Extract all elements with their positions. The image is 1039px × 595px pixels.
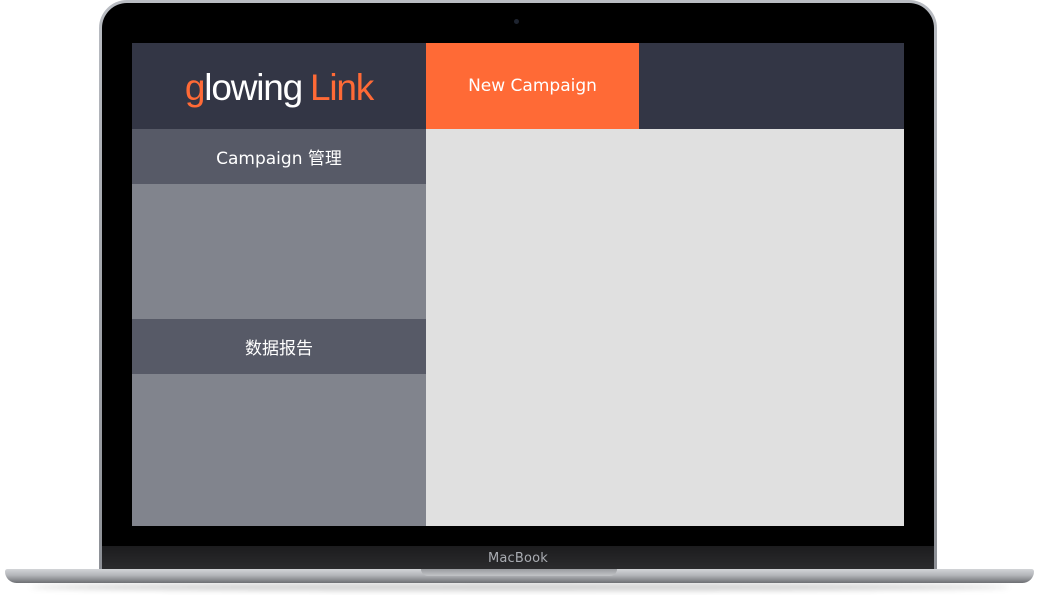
app-screen: glowing Link Campaign 管理 数据报告 New Campaig… (132, 43, 904, 526)
top-bar: New Campaign (426, 43, 904, 129)
sidebar-section-label: Campaign 管理 (216, 149, 342, 169)
logo-suffix: Link (310, 66, 374, 108)
sidebar: glowing Link Campaign 管理 数据报告 (132, 43, 426, 526)
app-logo[interactable]: glowing Link (184, 66, 374, 108)
logo-area: glowing Link (132, 43, 426, 129)
main-content (426, 129, 904, 526)
laptop-chin: MacBook (102, 546, 934, 570)
sidebar-section-campaign[interactable]: Campaign 管理 (132, 129, 426, 184)
logo-letter-g: g (184, 66, 206, 108)
sidebar-section-label: 数据报告 (245, 339, 313, 359)
laptop-shadow (30, 583, 1009, 591)
logo-word: lowing (204, 66, 303, 108)
device-brand-label: MacBook (487, 550, 549, 566)
laptop-notch (421, 569, 617, 576)
camera-dot (514, 19, 519, 24)
sidebar-section-data-report[interactable]: 数据报告 (132, 319, 426, 374)
tab-new-campaign[interactable]: New Campaign (426, 43, 639, 129)
tab-label: New Campaign (468, 76, 597, 96)
